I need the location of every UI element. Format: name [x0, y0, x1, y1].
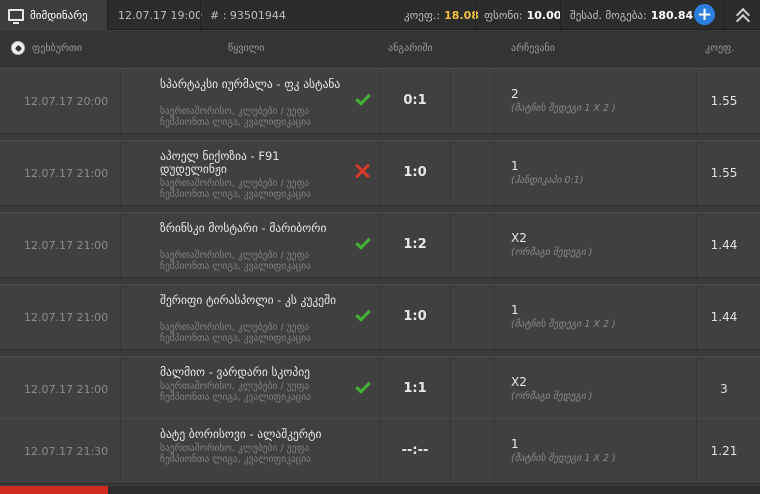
row-odd: 1.21	[710, 444, 738, 458]
bottom-bar	[0, 486, 760, 494]
row-pick: 1	[511, 437, 519, 451]
win-value: 180.84	[650, 8, 694, 22]
sport-label: ფეხბურთი	[32, 43, 83, 54]
plus-icon: +	[696, 3, 713, 25]
row-date: 12.07.17 21:00	[24, 167, 109, 180]
row-teams[interactable]: ბატე ბორისოვი - ალაშკერტი	[160, 428, 350, 441]
row-pick: 1	[511, 303, 519, 317]
row-date: 12.07.17 21:30	[24, 445, 109, 458]
row-teams[interactable]: მალმიო - ვარდარი სკოპიე	[160, 366, 350, 379]
row-pick-desc: (ორმაგი შედეგი )	[511, 391, 593, 402]
col-event: წყვილი	[228, 43, 265, 54]
row-pick: 1	[511, 159, 519, 173]
coef-value: 18.08	[444, 8, 479, 22]
row-league: საერთაშორისო, კლუბები / უეფა ჩემპიონთა ლ…	[160, 443, 311, 465]
col-odd: კოეფ.	[705, 43, 735, 54]
collapse-button[interactable]	[724, 0, 760, 30]
row-odd: 1.55	[710, 94, 738, 108]
row-score: 1:0	[403, 165, 427, 180]
row-odd: 1.44	[710, 310, 738, 324]
bet-row: 12.07.17 20:00 სპარტაკსი იურმალა - ფკ ასტ…	[0, 68, 760, 134]
col-pick: არჩევანი	[511, 43, 555, 54]
row-pick: X2	[511, 375, 527, 389]
cross-icon	[354, 163, 372, 181]
row-pick-desc: (ჰანდიკაპი 0:1)	[511, 175, 584, 186]
add-button[interactable]: +	[694, 4, 715, 25]
row-pick-desc: (მატჩის შედეგი 1 X 2 )	[511, 319, 616, 330]
bet-row: 12.07.17 21:00 შერიფი ტირასპოლი - კს კუკე…	[0, 284, 760, 350]
stake-label: ფსონი:	[484, 8, 523, 22]
row-pick-desc: (ორმაგი შედეგი )	[511, 247, 593, 258]
row-league: საერთაშორისო, კლუბები / უეფა ჩემპიონთა ლ…	[160, 178, 311, 200]
row-date: 12.07.17 21:00	[24, 239, 109, 252]
row-teams[interactable]: აპოელ ნიქოზია - F91 დუდელინჟი	[160, 150, 350, 176]
double-chevron-up-icon	[736, 8, 750, 22]
win-label: შესაძ. მოგება:	[570, 8, 647, 22]
row-league: საერთაშორისო, კლუბები / უეფა ჩემპიონთა ლ…	[160, 322, 311, 344]
row-score: 1:0	[403, 309, 427, 324]
column-header: ფეხბურთი წყვილი ანგარიში არჩევანი კოეფ.	[0, 31, 760, 67]
monitor-icon	[8, 9, 24, 24]
bet-row: 12.07.17 21:30 ბატე ბორისოვი - ალაშკერტი ს…	[0, 418, 760, 484]
check-icon	[354, 306, 372, 325]
soccer-ball-icon	[11, 41, 25, 55]
check-icon	[354, 234, 372, 253]
tab-current-label: მიმდინარე	[30, 8, 88, 22]
ticket-id: # : 93501944	[210, 8, 286, 22]
stake: ფსონი: 10.00	[484, 0, 561, 30]
check-icon	[354, 378, 372, 397]
bet-row: 12.07.17 21:00 აპოელ ნიქოზია - F91 დუდელი…	[0, 140, 760, 206]
row-pick: 2	[511, 87, 519, 101]
row-odd: 1.55	[710, 166, 738, 180]
row-score: --:--	[401, 443, 429, 458]
row-pick-desc: (მატჩის შედეგი 1 X 2 )	[511, 453, 616, 464]
row-teams[interactable]: სპარტაკსი იურმალა - ფკ ასტანა	[160, 78, 350, 91]
row-score: 1:1	[403, 381, 427, 396]
row-league: საერთაშორისო, კლუბები / უეფა ჩემპიონთა ლ…	[160, 250, 311, 272]
bet-row: 12.07.17 21:00 მალმიო - ვარდარი სკოპიე საე…	[0, 356, 760, 422]
row-date: 12.07.17 21:00	[24, 383, 109, 396]
row-league: საერთაშორისო, კლუბები / უეფა ჩემპიონთა ლ…	[160, 381, 311, 403]
ticket-datetime: 12.07.17 19:00	[118, 8, 203, 22]
row-pick-desc: (მატჩის შედეგი 1 X 2 )	[511, 103, 616, 114]
tab-current[interactable]: მიმდინარე	[0, 0, 108, 30]
row-pick: X2	[511, 231, 527, 245]
total-coef: კოეფ.: 18.08	[404, 0, 479, 30]
bet-row: 12.07.17 21:00 ზრინსკი მოსტარი - მარიბორი…	[0, 212, 760, 278]
top-bar: მიმდინარე 12.07.17 19:00 # : 93501944 კო…	[0, 0, 760, 30]
row-odd: 3	[720, 382, 728, 396]
row-score: 0:1	[403, 93, 427, 108]
row-date: 12.07.17 20:00	[24, 95, 109, 108]
stake-value: 10.00	[526, 8, 562, 22]
row-odd: 1.44	[710, 238, 738, 252]
row-teams[interactable]: შერიფი ტირასპოლი - კს კუკეში	[160, 294, 350, 307]
row-teams[interactable]: ზრინსკი მოსტარი - მარიბორი	[160, 222, 350, 235]
bottom-tab-active[interactable]	[0, 486, 108, 494]
row-league: საერთაშორისო, კლუბები / უეფა ჩემპიონთა ლ…	[160, 106, 311, 128]
col-score: ანგარიში	[388, 43, 433, 54]
row-score: 1:2	[403, 237, 427, 252]
row-date: 12.07.17 21:00	[24, 311, 109, 324]
possible-win: შესაძ. მოგება: 180.84	[570, 0, 693, 30]
coef-label: კოეფ.:	[404, 8, 441, 22]
check-icon	[354, 90, 372, 109]
